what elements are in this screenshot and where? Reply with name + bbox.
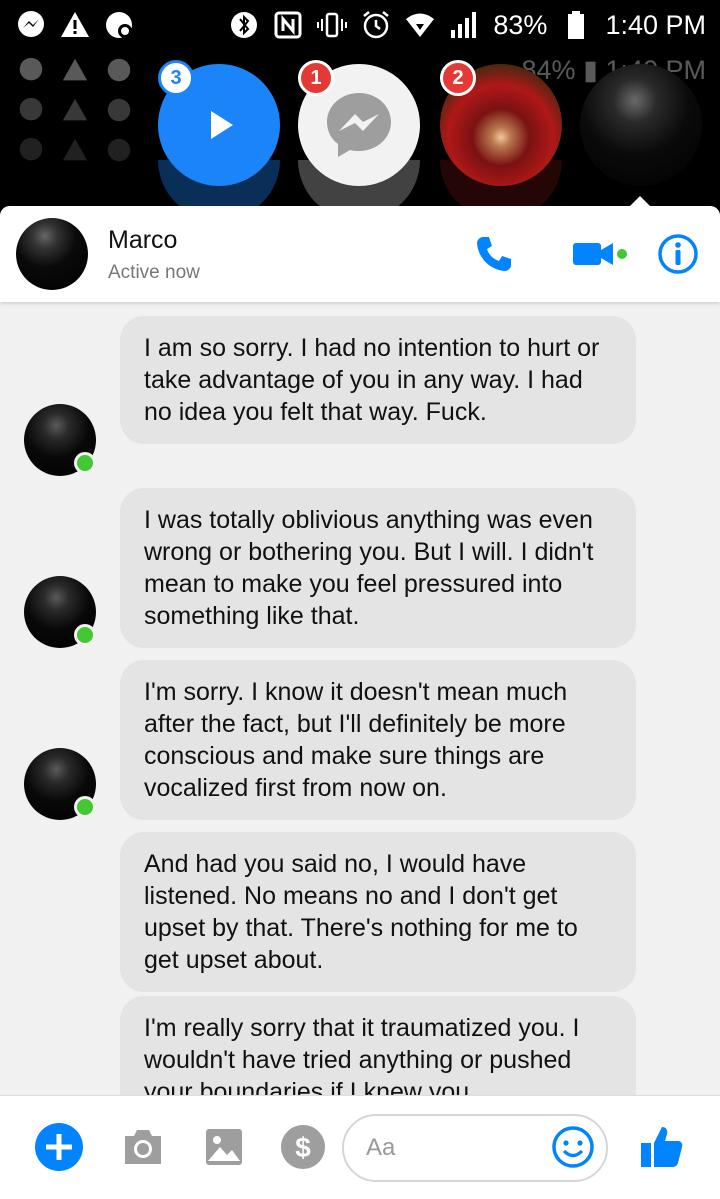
- phone-icon: [477, 237, 511, 271]
- status-bar: 83% 1:40 PM: [0, 0, 720, 50]
- thumbs-up-icon: [641, 1127, 683, 1167]
- contact-name[interactable]: Marco: [108, 226, 177, 255]
- camera-icon: [125, 1130, 161, 1164]
- plus-icon: [35, 1123, 83, 1171]
- message-list[interactable]: I am so sorry. I had no intention to hur…: [0, 302, 720, 1095]
- conversation-header: Marco Active now: [0, 206, 720, 302]
- vibrate-icon: [317, 10, 348, 40]
- like-button[interactable]: [636, 1122, 686, 1172]
- messenger-notification-icon: [16, 55, 46, 85]
- google-update-icon: [104, 135, 134, 165]
- battery-icon: [561, 10, 591, 40]
- chat-head-marco[interactable]: [580, 64, 702, 186]
- contact-status: Active now: [108, 262, 200, 283]
- dollar-icon: $: [281, 1125, 325, 1169]
- chat-head-badge: 2: [440, 60, 476, 96]
- wifi-icon: [405, 10, 435, 40]
- online-indicator: [74, 796, 96, 818]
- warning-icon: [60, 135, 90, 165]
- message-bubble[interactable]: I was totally oblivious anything was eve…: [120, 488, 636, 648]
- alarm-icon: [361, 10, 391, 40]
- voice-call-button[interactable]: [472, 232, 516, 276]
- google-update-icon: [104, 95, 134, 125]
- info-icon: [658, 234, 698, 274]
- google-update-icon: [104, 10, 134, 40]
- messenger-icon: [327, 93, 391, 157]
- payments-button[interactable]: $: [278, 1122, 328, 1172]
- warning-icon: [60, 10, 90, 40]
- smiley-icon: [552, 1126, 594, 1168]
- image-icon: [206, 1129, 242, 1165]
- online-indicator: [74, 624, 96, 646]
- messenger-notification-icon: [16, 135, 46, 165]
- signal-icon: [449, 10, 479, 40]
- conversation-panel: Marco Active now I am so sorry. I had no…: [0, 206, 720, 1199]
- nfc-icon: [273, 10, 303, 40]
- video-camera-icon: [573, 243, 627, 265]
- battery-percent: 83%: [493, 9, 548, 40]
- chat-head-badge: 3: [158, 60, 194, 96]
- online-indicator: [74, 452, 96, 474]
- warning-icon: [60, 55, 90, 85]
- message-bubble[interactable]: I'm really sorry that it traumatized you…: [120, 996, 636, 1095]
- play-icon: [211, 111, 233, 139]
- emoji-button[interactable]: [548, 1122, 598, 1172]
- message-bubble[interactable]: And had you said no, I would have listen…: [120, 832, 636, 992]
- composer-bar: $ Aa: [0, 1095, 720, 1199]
- bluetooth-icon: [229, 10, 259, 40]
- clock: 1:40 PM: [605, 9, 706, 40]
- messenger-notification-icon: [16, 95, 46, 125]
- message-bubble[interactable]: I'm sorry. I know it doesn't mean much a…: [120, 660, 636, 820]
- chat-head-badge: 1: [298, 60, 334, 96]
- gallery-button[interactable]: [199, 1122, 249, 1172]
- messenger-notification-icon: [16, 10, 46, 40]
- camera-button[interactable]: [118, 1122, 168, 1172]
- info-button[interactable]: [656, 232, 700, 276]
- warning-icon: [60, 95, 90, 125]
- video-call-button[interactable]: [570, 232, 630, 276]
- google-update-icon: [104, 55, 134, 85]
- message-bubble[interactable]: I am so sorry. I had no intention to hur…: [120, 316, 636, 444]
- avatar[interactable]: [16, 218, 88, 290]
- svg-text:$: $: [295, 1132, 311, 1163]
- more-actions-button[interactable]: [34, 1122, 84, 1172]
